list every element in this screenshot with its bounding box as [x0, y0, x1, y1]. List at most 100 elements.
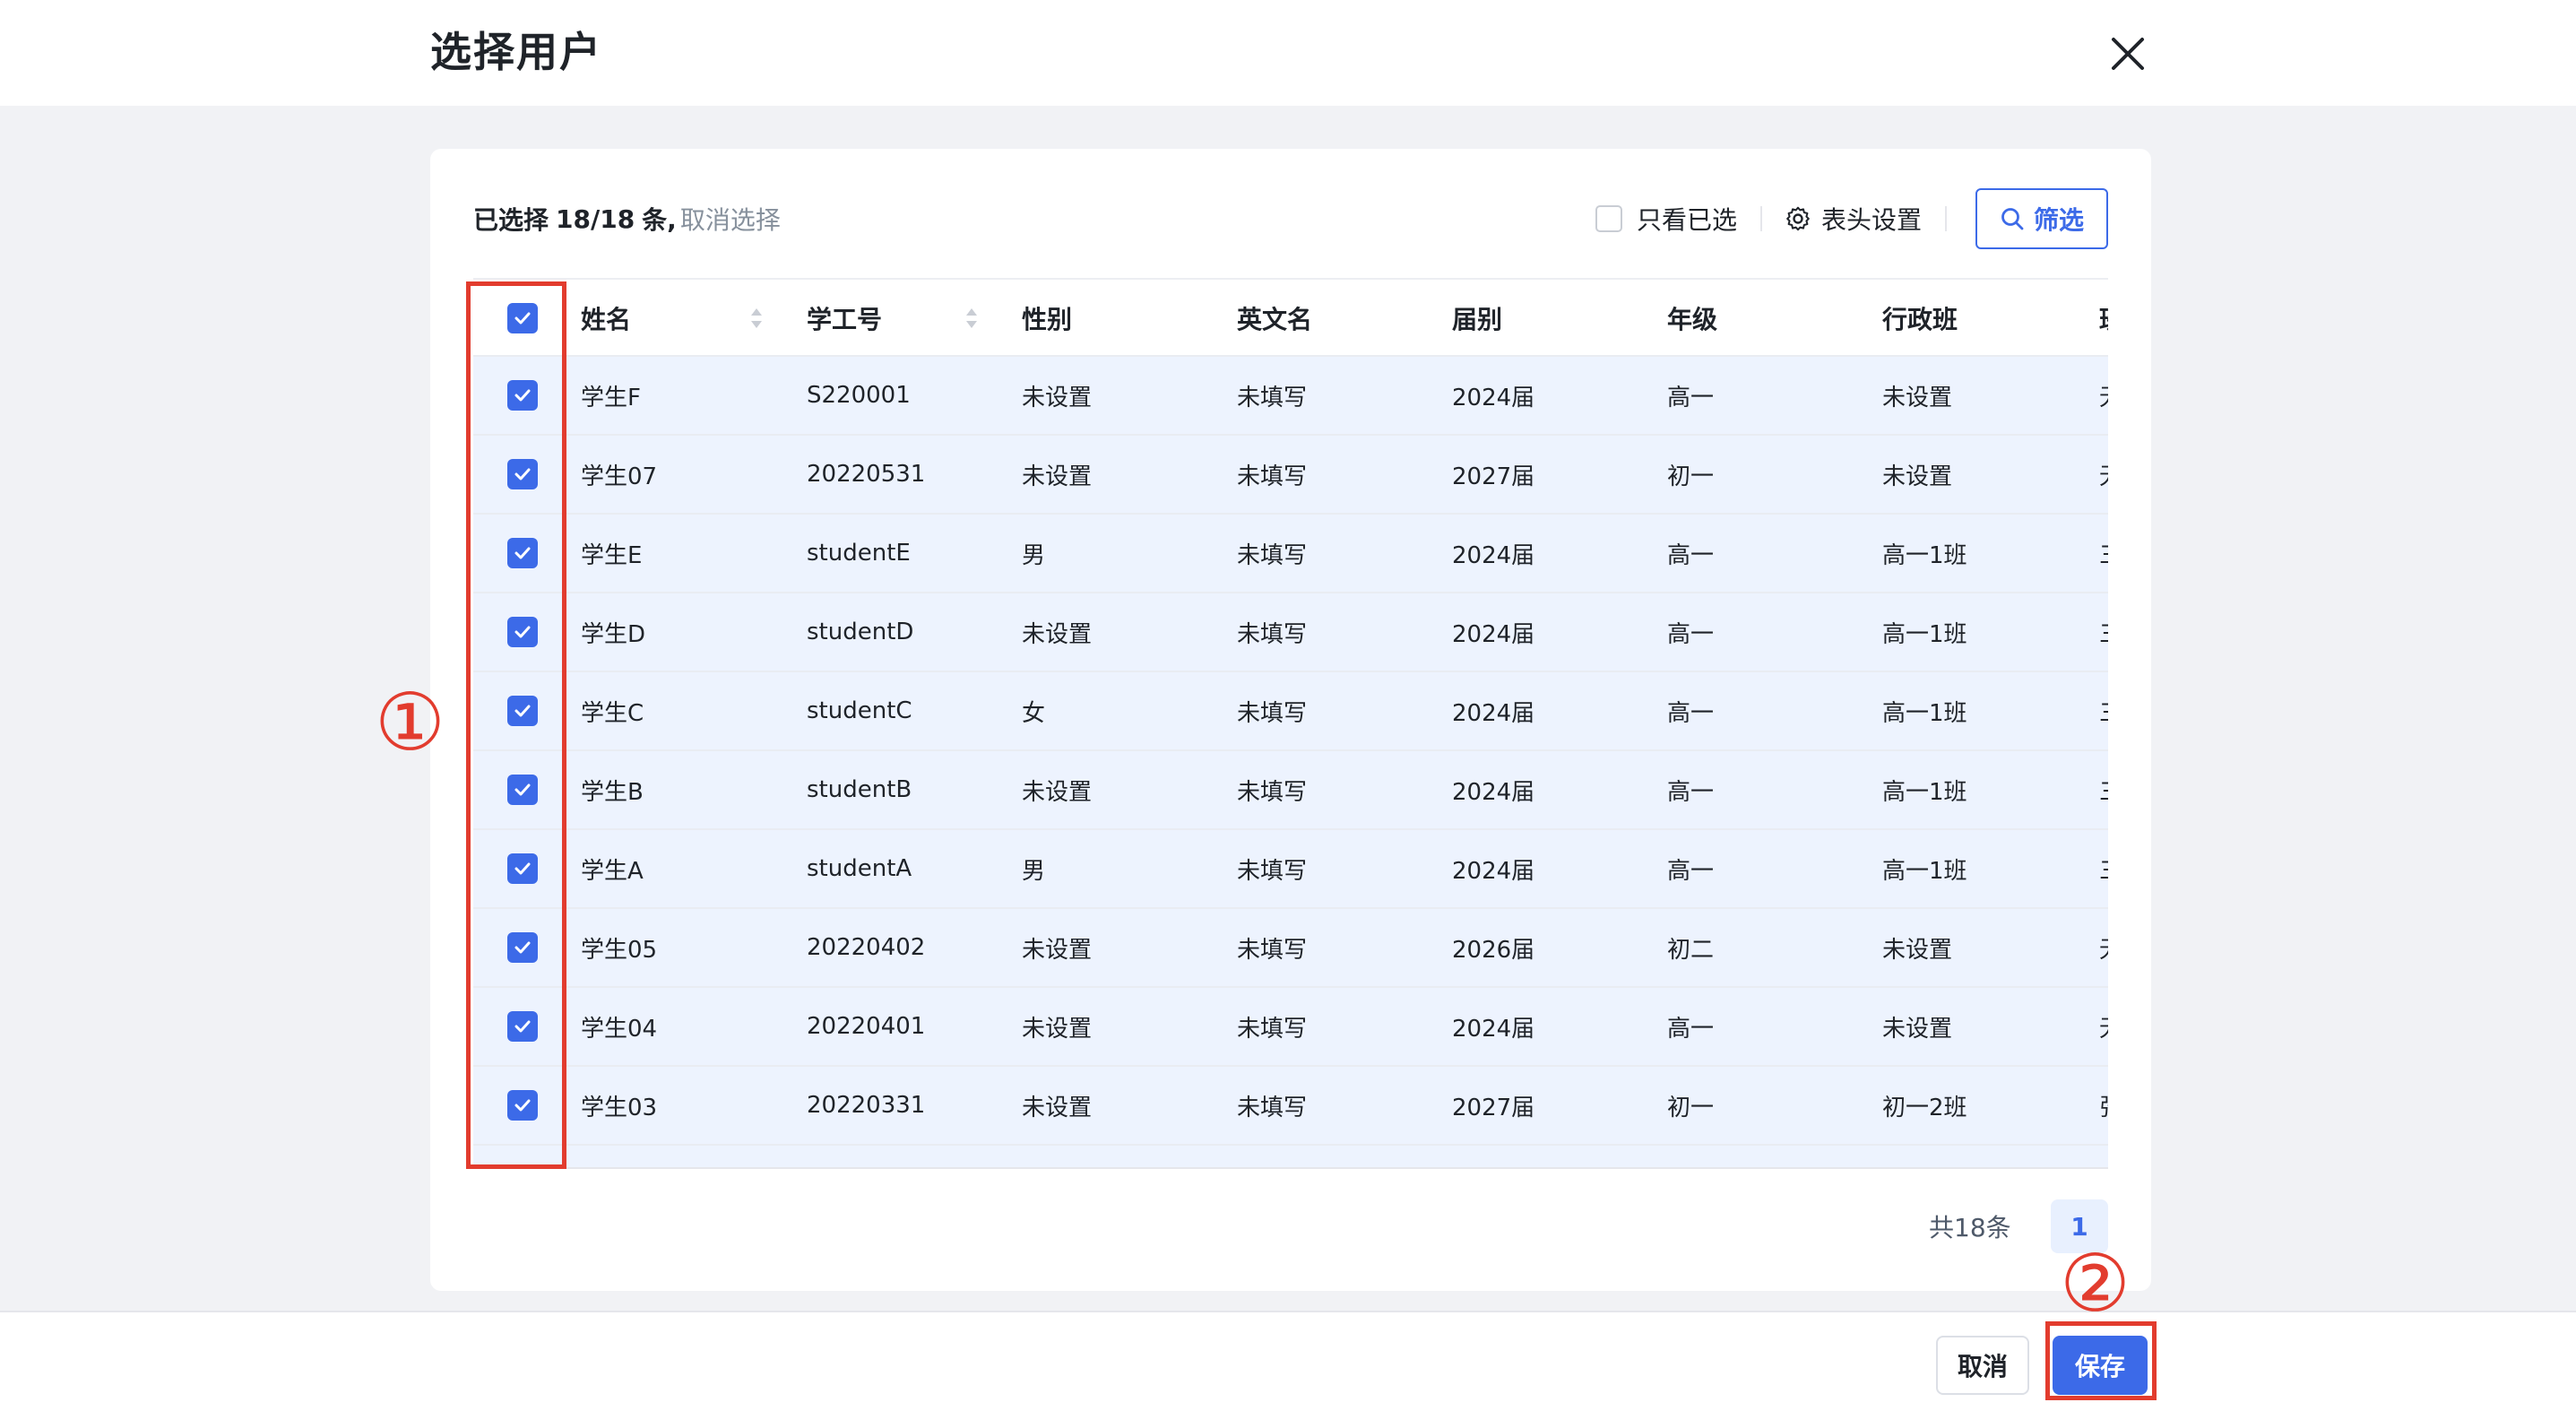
cell-student-id: studentA — [807, 855, 912, 882]
selected-count: 18/18 — [556, 203, 635, 234]
row-select-cell — [507, 751, 538, 828]
header-student-id[interactable]: 学工号 — [807, 280, 882, 357]
cell-gender: 男 — [1022, 541, 1046, 569]
cell-gender: 未设置 — [1022, 463, 1093, 490]
cell-admin-class: 高一1班 — [1882, 620, 1967, 648]
cell-admin-class: 未设置 — [1882, 936, 1953, 964]
toolbar-divider — [1759, 206, 1762, 231]
select-all-checkbox[interactable] — [507, 303, 538, 333]
cell-name: 学生04 — [581, 1015, 658, 1043]
row-checkbox[interactable] — [507, 538, 538, 568]
cell-admin-class: 未设置 — [1882, 463, 1953, 490]
cancel-button[interactable]: 取消 — [1936, 1336, 2029, 1395]
cell-english-name: 未填写 — [1237, 1094, 1308, 1121]
cell-grade: 高一 — [1667, 384, 1715, 411]
cell-english-name: 未填写 — [1237, 699, 1308, 727]
cell-admin-class: 未设置 — [1882, 384, 1953, 411]
checkmark-icon — [514, 468, 531, 480]
row-checkbox[interactable] — [507, 1011, 538, 1042]
cell-gender: 未设置 — [1022, 1015, 1093, 1043]
cell-grade: 高一 — [1667, 778, 1715, 806]
cell-english-name: 未填写 — [1237, 778, 1308, 806]
row-select-cell — [507, 593, 538, 671]
row-select-cell — [507, 830, 538, 907]
cell-student-id: studentC — [807, 697, 912, 724]
checkmark-icon — [514, 626, 531, 638]
cell-gender: 未设置 — [1022, 384, 1093, 411]
cell-english-name: 未填写 — [1237, 463, 1308, 490]
table-row[interactable]: 学生05 20220402 未设置 未填写 2026届 初二 未设置 无 — [473, 909, 2108, 988]
row-checkbox[interactable] — [507, 617, 538, 647]
cell-class: 三 — [2099, 593, 2108, 671]
dialog-title: 选择用户 — [430, 28, 602, 76]
only-selected-label: 只看已选 — [1636, 205, 1737, 235]
user-table: 姓名 学工号 性别 英文名 届别 年级 行政班 班 学生FS220001未设置未… — [473, 278, 2108, 1169]
table-row[interactable]: 学生04 20220401 未设置 未填写 2024届 高一 未设置 无 — [473, 988, 2108, 1067]
toolbar-actions: 只看已选 表头设置 筛选 — [1595, 188, 2108, 249]
cell-class: 无 — [2099, 909, 2108, 986]
column-settings-button[interactable]: 表头设置 — [1785, 201, 1922, 237]
clear-selection-link[interactable]: 取消选择 — [680, 201, 781, 237]
table-row[interactable]: 学生07 20220531 未设置 未填写 2027届 初一 未设置 无 — [473, 436, 2108, 515]
table-row[interactable]: 学生C studentC 女 未填写 2024届 高一 高一1班 三 — [473, 672, 2108, 751]
cell-cohort: 2024届 — [1452, 620, 1535, 648]
row-select-cell — [507, 436, 538, 513]
cell-student-id: 20220401 — [807, 1013, 926, 1040]
toolbar: 已选择 18/18 条, 取消选择 只看已选 表头设置 筛选 — [473, 188, 2108, 249]
row-checkbox[interactable] — [507, 853, 538, 884]
cell-class: 三 — [2099, 515, 2108, 592]
cell-student-id: 20220531 — [807, 461, 926, 488]
checkmark-icon — [514, 547, 531, 559]
selected-suffix: 条, — [642, 205, 677, 235]
row-select-cell — [507, 357, 538, 434]
checkmark-icon — [514, 312, 531, 325]
cell-english-name: 未填写 — [1237, 936, 1308, 964]
only-selected-toggle[interactable]: 只看已选 — [1595, 201, 1737, 237]
row-select-cell — [507, 988, 538, 1065]
cell-class: 三 — [2099, 751, 2108, 828]
select-all-cell — [507, 280, 538, 357]
user-select-card: 已选择 18/18 条, 取消选择 只看已选 表头设置 筛选 姓名 学工号 性别… — [430, 149, 2151, 1291]
cell-cohort: 2027届 — [1452, 463, 1535, 490]
cell-grade: 初二 — [1667, 936, 1715, 964]
selection-summary: 已选择 18/18 条, 取消选择 — [473, 188, 781, 249]
dialog-header: 选择用户 — [0, 0, 2576, 106]
table-row[interactable]: 学生D studentD 未设置 未填写 2024届 高一 高一1班 三 — [473, 593, 2108, 672]
sort-student-id[interactable] — [963, 280, 981, 357]
close-button[interactable] — [2105, 30, 2151, 77]
cell-gender: 男 — [1022, 857, 1046, 885]
checkmark-icon — [514, 941, 531, 954]
cell-cohort: 2026届 — [1452, 936, 1535, 964]
cell-cohort: 2024届 — [1452, 1015, 1535, 1043]
filter-button[interactable]: 筛选 — [1975, 188, 2108, 249]
cell-english-name: 未填写 — [1237, 384, 1308, 411]
cell-class: 三 — [2099, 830, 2108, 907]
save-button[interactable]: 保存 — [2053, 1336, 2148, 1395]
row-checkbox[interactable] — [507, 696, 538, 726]
cell-grade: 初一 — [1667, 1094, 1715, 1121]
table-row[interactable]: 学生E studentE 男 未填写 2024届 高一 高一1班 三 — [473, 515, 2108, 593]
cell-admin-class: 未设置 — [1882, 1015, 1953, 1043]
table-row[interactable]: 学生A studentA 男 未填写 2024届 高一 高一1班 三 — [473, 830, 2108, 909]
cell-grade: 高一 — [1667, 1015, 1715, 1043]
cell-grade: 高一 — [1667, 857, 1715, 885]
table-row[interactable]: 学生B studentB 未设置 未填写 2024届 高一 高一1班 三 — [473, 751, 2108, 830]
row-select-cell — [507, 515, 538, 592]
gear-icon — [1786, 206, 1810, 231]
cell-class: 三 — [2099, 672, 2108, 749]
cell-gender: 未设置 — [1022, 620, 1093, 648]
row-checkbox[interactable] — [507, 932, 538, 963]
row-checkbox[interactable] — [507, 459, 538, 489]
header-name[interactable]: 姓名 — [581, 280, 631, 357]
only-selected-checkbox[interactable] — [1595, 205, 1622, 232]
header-admin-class: 行政班 — [1882, 305, 1958, 334]
row-checkbox[interactable] — [507, 775, 538, 805]
row-checkbox[interactable] — [507, 380, 538, 411]
sort-name[interactable] — [748, 280, 765, 357]
row-select-cell — [507, 909, 538, 986]
cell-admin-class: 高一1班 — [1882, 778, 1967, 806]
header-name-label: 姓名 — [581, 305, 632, 334]
table-row[interactable]: 学生03 20220331 未设置 未填写 2027届 初一 初一2班 张 — [473, 1067, 2108, 1146]
row-checkbox[interactable] — [507, 1090, 538, 1121]
table-row[interactable]: 学生F S220001 未设置 未填写 2024届 高一 未设置 无 — [473, 357, 2108, 436]
